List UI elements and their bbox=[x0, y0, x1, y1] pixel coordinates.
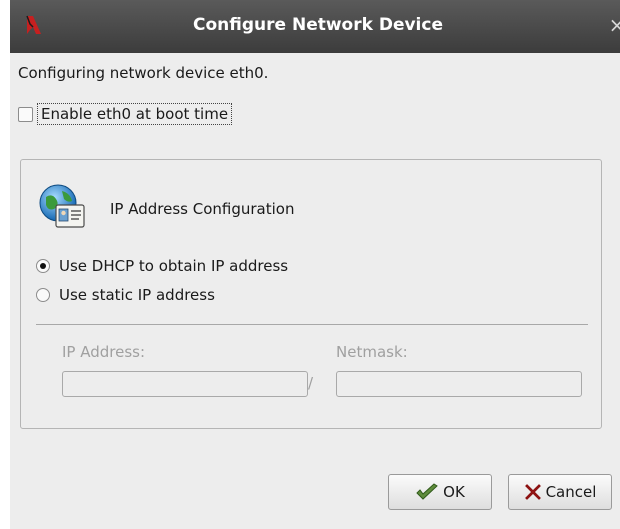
boot-time-checkbox-row[interactable]: Enable eth0 at boot time bbox=[18, 102, 233, 126]
static-ip-radio-label[interactable]: Use static IP address bbox=[59, 286, 215, 304]
group-separator bbox=[36, 324, 588, 325]
close-icon[interactable]: × bbox=[606, 14, 620, 36]
cancel-button-label: Cancel bbox=[545, 483, 597, 501]
ip-netmask-separator: / bbox=[308, 374, 314, 392]
device-description: Configuring network device eth0. bbox=[18, 64, 269, 82]
ok-button-label: OK bbox=[443, 483, 465, 501]
ip-address-input[interactable] bbox=[62, 371, 308, 397]
ok-button[interactable]: OK bbox=[388, 474, 492, 510]
network-card-icon bbox=[39, 184, 85, 228]
netmask-label: Netmask: bbox=[336, 343, 408, 361]
cancel-x-icon bbox=[524, 484, 541, 500]
dhcp-radio[interactable] bbox=[36, 259, 50, 273]
boot-time-checkbox-label[interactable]: Enable eth0 at boot time bbox=[37, 103, 233, 125]
ip-configuration-title: IP Address Configuration bbox=[110, 200, 295, 218]
static-ip-radio[interactable] bbox=[36, 288, 50, 302]
ok-check-icon bbox=[416, 483, 438, 500]
title-bar[interactable]: Configure Network Device × bbox=[10, 0, 620, 53]
dhcp-radio-label[interactable]: Use DHCP to obtain IP address bbox=[59, 257, 288, 275]
dhcp-radio-option[interactable]: Use DHCP to obtain IP address bbox=[36, 256, 288, 276]
ip-address-label: IP Address: bbox=[62, 343, 146, 361]
cancel-button[interactable]: Cancel bbox=[508, 474, 612, 510]
boot-time-checkbox[interactable] bbox=[18, 106, 33, 122]
netmask-input[interactable] bbox=[336, 371, 582, 397]
static-ip-radio-option[interactable]: Use static IP address bbox=[36, 285, 215, 305]
window-title: Configure Network Device bbox=[193, 15, 443, 35]
